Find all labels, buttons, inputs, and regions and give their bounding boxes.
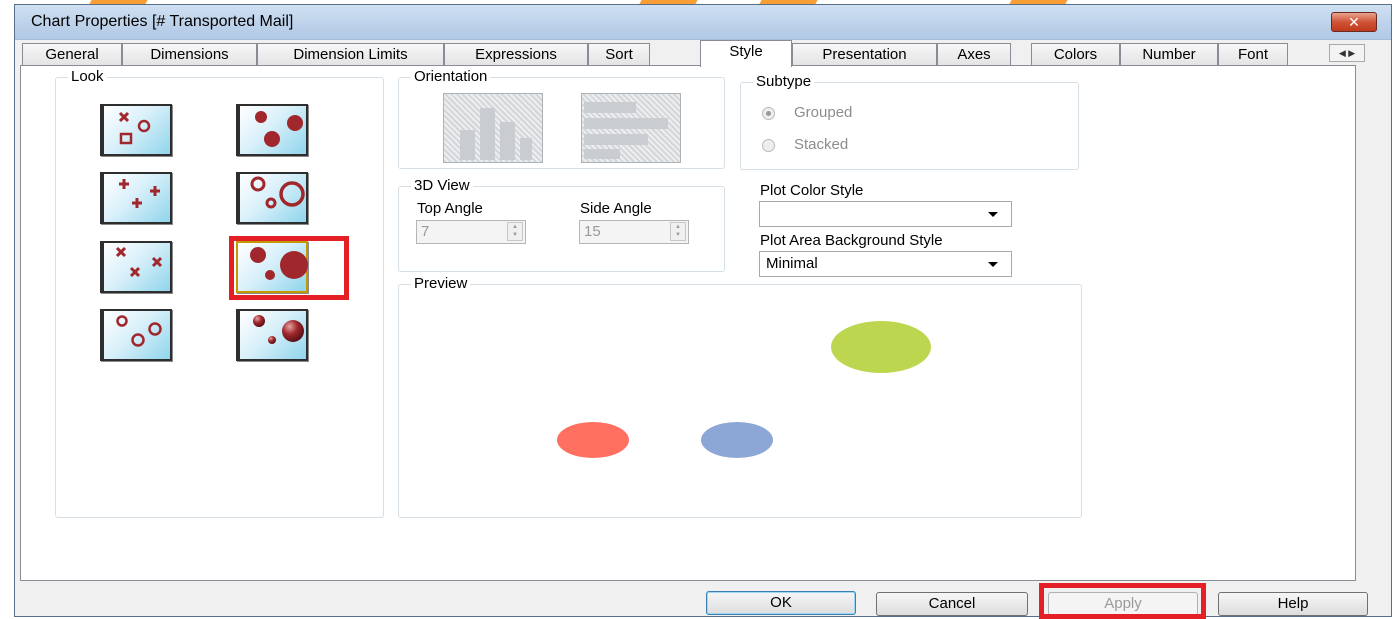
stacked-radio[interactable] <box>762 139 775 152</box>
apply-highlight <box>1039 583 1206 619</box>
plot-color-style-dropdown[interactable] <box>759 201 1012 227</box>
tab-number[interactable]: Number <box>1120 43 1218 65</box>
vertical-orientation-button[interactable] <box>443 93 543 163</box>
tab-scroll-arrows[interactable]: ◀ ▶ <box>1329 44 1365 62</box>
chevron-down-icon <box>988 262 998 267</box>
tab-strip: General Dimensions Dimension Limits Expr… <box>22 40 1365 67</box>
cross-markers-icon <box>115 246 163 278</box>
3d-view-legend: 3D View <box>411 177 473 195</box>
look-style-button[interactable] <box>100 309 172 361</box>
cancel-button[interactable]: Cancel <box>876 592 1028 616</box>
tab-dimensions[interactable]: Dimensions <box>122 43 257 65</box>
tab-presentation[interactable]: Presentation <box>792 43 937 65</box>
cross-circle-square-icon <box>118 111 151 145</box>
look-style-button[interactable] <box>236 309 308 361</box>
side-angle-spinner[interactable]: ▲ ▼ <box>670 222 686 241</box>
plot-color-style-label: Plot Color Style <box>760 182 864 199</box>
dialog-title: Chart Properties [# Transported Mail] <box>31 13 294 30</box>
close-icon: ✕ <box>1348 14 1360 30</box>
tab-style[interactable]: Style <box>700 40 792 67</box>
orientation-legend: Orientation <box>411 68 491 86</box>
style-tab-panel: Look Orientation Subtype Grouped Stacked… <box>20 65 1356 581</box>
hollow-circles-icon <box>250 176 305 209</box>
look-legend: Look <box>68 68 107 86</box>
subtype-group: Subtype Grouped Stacked <box>740 73 1079 170</box>
tab-expressions[interactable]: Expressions <box>444 43 588 65</box>
stacked-label: Stacked <box>794 136 849 153</box>
look-style-button[interactable] <box>100 172 172 224</box>
look-style-button[interactable] <box>100 104 172 156</box>
subtype-legend: Subtype <box>753 73 815 91</box>
preview-group: Preview <box>398 275 1082 518</box>
tab-sort[interactable]: Sort <box>588 43 650 65</box>
tab-dimension-limits[interactable]: Dimension Limits <box>257 43 444 65</box>
vertical-bars-icon <box>460 108 532 160</box>
plus-markers-icon <box>119 179 160 208</box>
tab-colors[interactable]: Colors <box>1031 43 1120 65</box>
look-style-button[interactable] <box>100 241 172 293</box>
top-angle-spinner[interactable]: ▲ ▼ <box>507 222 523 241</box>
preview-bubble-red <box>557 422 629 458</box>
preview-bubble-green <box>831 321 931 373</box>
plot-area-background-label: Plot Area Background Style <box>760 232 943 249</box>
look-style-button[interactable] <box>236 104 308 156</box>
3d-view-group: 3D View Top Angle 7 ▲ ▼ Side Angle 15 ▲ ▼ <box>398 177 725 272</box>
tab-font[interactable]: Font <box>1218 43 1288 65</box>
tab-axes[interactable]: Axes <box>937 43 1011 65</box>
side-angle-label: Side Angle <box>580 200 652 217</box>
grouped-label: Grouped <box>794 104 853 121</box>
grouped-radio[interactable] <box>762 107 775 120</box>
close-button[interactable]: ✕ <box>1331 12 1377 32</box>
shaded-spheres-icon <box>253 315 304 344</box>
small-hollow-circles-icon <box>116 315 162 347</box>
help-button[interactable]: Help <box>1218 592 1368 616</box>
selected-look-highlight <box>229 236 349 300</box>
chevron-down-icon <box>988 212 998 217</box>
horizontal-bars-icon <box>584 102 668 159</box>
plot-area-background-dropdown[interactable]: Minimal <box>759 251 1012 277</box>
orientation-group: Orientation <box>398 68 725 169</box>
horizontal-orientation-button[interactable] <box>581 93 681 163</box>
look-style-button[interactable] <box>236 172 308 224</box>
preview-bubble-blue <box>701 422 773 458</box>
solid-dots-icon <box>255 111 303 147</box>
top-angle-label: Top Angle <box>417 200 483 217</box>
title-bar[interactable]: Chart Properties [# Transported Mail] ✕ <box>15 5 1391 40</box>
preview-canvas <box>557 321 931 458</box>
tab-general[interactable]: General <box>22 43 122 65</box>
ok-button[interactable]: OK <box>706 591 856 615</box>
